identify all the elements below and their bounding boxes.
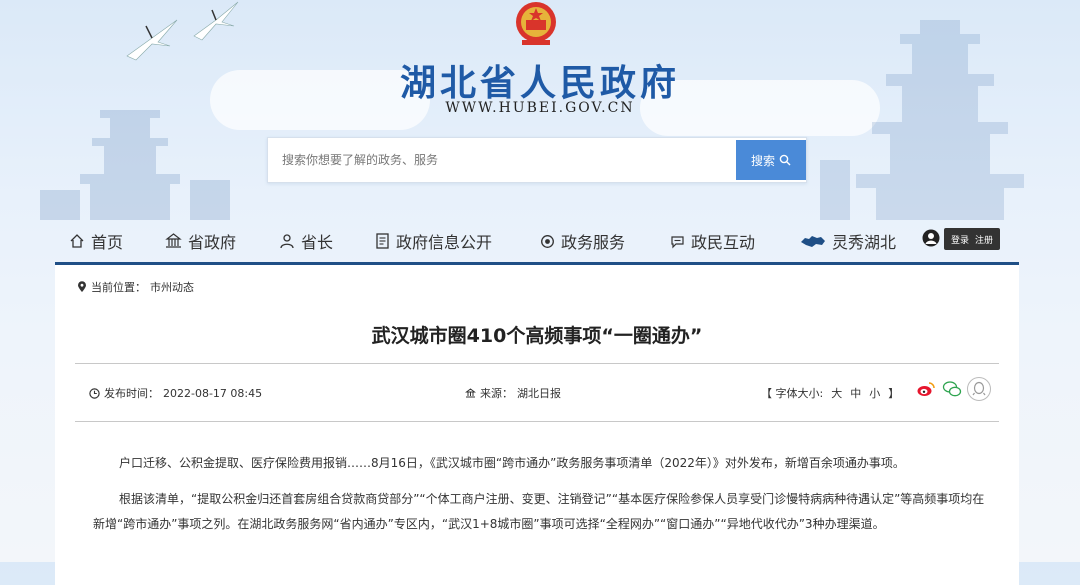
publish-time: 发布时间： 2022-08-17 08:45 xyxy=(89,385,262,401)
nav-item-label: 政务服务 xyxy=(561,233,626,252)
nav-item-label: 省政府 xyxy=(188,233,237,252)
site-title: 湖北省人民政府 xyxy=(399,63,680,104)
clock-icon xyxy=(89,387,100,399)
nav-item-gov-services[interactable]: 政务服务 xyxy=(540,226,625,256)
article-paragraph: 根据该清单，“提取公积金归还首套房组合贷款商贷部分”“个体工商户注册、变更、注销… xyxy=(93,492,985,531)
home-icon xyxy=(70,234,84,248)
search-input[interactable] xyxy=(268,138,728,182)
breadcrumb-prefix: 当前位置： xyxy=(91,281,146,294)
wechat-share-button[interactable] xyxy=(941,378,963,400)
article-source: 来源： 湖北日报 xyxy=(465,385,561,401)
nav-item-province-government[interactable]: 省政府 xyxy=(165,226,236,256)
nav-item-governor[interactable]: 省长 xyxy=(279,226,333,256)
crane-bird-icon xyxy=(193,1,239,41)
font-size-bracket: 】 xyxy=(888,387,900,400)
share-buttons xyxy=(915,377,991,401)
qq-share-button[interactable] xyxy=(967,377,991,401)
font-size-large-button[interactable]: 大 xyxy=(831,385,842,401)
search-button[interactable]: 搜索 xyxy=(736,140,806,180)
nav-item-public-interaction[interactable]: 政民互动 xyxy=(670,226,755,256)
user-avatar-icon[interactable] xyxy=(922,229,940,247)
building-icon xyxy=(165,233,182,248)
search-bar: 搜索 xyxy=(267,137,807,183)
breadcrumb-current-link[interactable]: 市州动态 xyxy=(150,279,194,295)
breadcrumb: 当前位置： 市州动态 xyxy=(77,279,194,295)
font-size-control: 【 字体大小: 大 中 小 】 xyxy=(761,385,899,401)
nav-item-label: 省长 xyxy=(301,233,334,252)
weibo-share-button[interactable] xyxy=(915,378,937,400)
nav-item-label: 灵秀湖北 xyxy=(832,233,897,252)
article-panel: 当前位置： 市州动态 武汉城市圈410个高频事项“一圈通办” 发布时间： 202… xyxy=(55,262,1019,585)
search-icon xyxy=(779,154,791,166)
publish-time-label: 发布时间： xyxy=(104,387,159,400)
nav-item-label: 政民互动 xyxy=(691,233,756,252)
main-nav: 首页 省政府 省长 政府信息公开 政务服务 政民互动 灵秀湖北 xyxy=(66,226,1016,256)
person-icon xyxy=(280,234,294,249)
login-label[interactable]: 登录 xyxy=(951,233,969,246)
source-value: 湖北日报 xyxy=(517,387,561,400)
nav-item-gov-info-disclosure[interactable]: 政府信息公开 xyxy=(375,226,492,256)
nav-item-home[interactable]: 首页 xyxy=(69,226,123,256)
location-pin-icon xyxy=(78,281,86,292)
article-paragraph: 户口迁移、公积金提取、医疗保险费用报销……8月16日，《武汉城市圈“跨市通办”政… xyxy=(119,456,905,470)
font-size-medium-button[interactable]: 中 xyxy=(850,385,861,401)
divider xyxy=(75,421,999,422)
login-register-button[interactable]: 登录 注册 xyxy=(944,228,1000,250)
site-url: WWW.HUBEI.GOV.CN xyxy=(445,100,635,116)
publish-time-value: 2022-08-17 08:45 xyxy=(163,386,263,400)
service-icon xyxy=(541,234,554,248)
search-button-label: 搜索 xyxy=(750,153,775,168)
font-size-label: 【 字体大小: xyxy=(761,387,824,400)
qq-icon xyxy=(972,381,986,396)
chat-icon xyxy=(671,235,684,248)
hubei-map-icon xyxy=(801,236,825,247)
document-icon xyxy=(376,233,389,249)
register-label[interactable]: 注册 xyxy=(975,233,993,246)
building-icon xyxy=(465,388,476,398)
article-title: 武汉城市圈410个高频事项“一圈通办” xyxy=(371,325,703,347)
divider xyxy=(75,363,999,364)
national-emblem-icon xyxy=(516,2,556,45)
weibo-icon xyxy=(917,382,935,396)
source-label: 来源： xyxy=(480,387,513,400)
font-size-small-button[interactable]: 小 xyxy=(869,385,880,401)
nav-item-label: 首页 xyxy=(91,233,124,252)
nav-item-lingxiu-hubei[interactable]: 灵秀湖北 xyxy=(800,226,896,256)
wechat-icon xyxy=(942,381,962,397)
nav-item-label: 政府信息公开 xyxy=(396,233,493,252)
